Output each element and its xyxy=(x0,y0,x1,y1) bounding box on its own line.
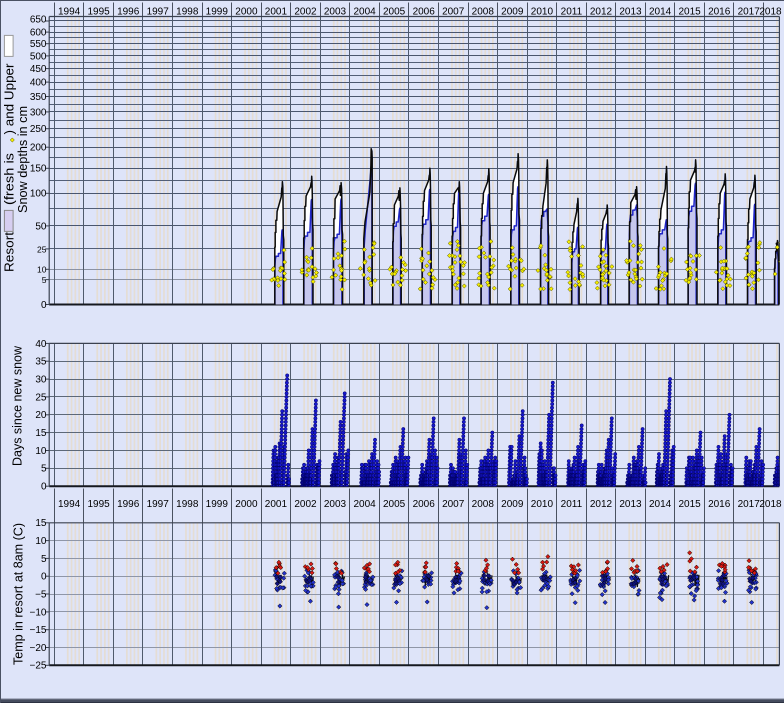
svg-text:2017: 2017 xyxy=(738,499,761,510)
svg-text:2009: 2009 xyxy=(501,7,524,18)
svg-text:2011: 2011 xyxy=(561,7,583,18)
svg-text:2002: 2002 xyxy=(294,7,317,18)
svg-text:2016: 2016 xyxy=(708,7,731,18)
svg-text:2005: 2005 xyxy=(383,499,406,510)
svg-text:2006: 2006 xyxy=(413,7,436,18)
svg-text:2005: 2005 xyxy=(383,7,406,18)
svg-text:1997: 1997 xyxy=(147,7,170,18)
svg-text:5: 5 xyxy=(41,554,47,565)
svg-text:550: 550 xyxy=(30,39,47,50)
svg-text:−5: −5 xyxy=(35,589,47,600)
svg-text:500: 500 xyxy=(30,51,47,62)
svg-text:15: 15 xyxy=(35,428,47,439)
svg-text:Temp in resort at 8am (C): Temp in resort at 8am (C) xyxy=(11,523,25,665)
svg-text:2012: 2012 xyxy=(590,7,613,18)
svg-text:2004: 2004 xyxy=(353,499,376,510)
svg-text:2014: 2014 xyxy=(649,7,672,18)
svg-text:2003: 2003 xyxy=(324,7,347,18)
svg-text:5: 5 xyxy=(42,275,47,285)
svg-text:2008: 2008 xyxy=(472,499,495,510)
svg-text:650: 650 xyxy=(30,14,47,25)
svg-text:40: 40 xyxy=(35,339,47,350)
svg-text:2015: 2015 xyxy=(678,499,701,510)
svg-text:350: 350 xyxy=(30,92,47,103)
svg-text:2006: 2006 xyxy=(413,499,436,510)
svg-text:2013: 2013 xyxy=(619,499,642,510)
svg-text:2003: 2003 xyxy=(324,499,347,510)
svg-text:) and Upper: ) and Upper xyxy=(3,64,17,135)
svg-text:1998: 1998 xyxy=(176,499,199,510)
svg-text:2002: 2002 xyxy=(294,499,317,510)
svg-text:2001: 2001 xyxy=(265,7,288,18)
svg-text:2001: 2001 xyxy=(265,499,288,510)
svg-text:400: 400 xyxy=(30,78,47,89)
svg-text:10: 10 xyxy=(35,446,47,457)
svg-text:2007: 2007 xyxy=(442,499,465,510)
svg-text:200: 200 xyxy=(30,143,47,154)
svg-text:1998: 1998 xyxy=(176,7,199,18)
svg-text:150: 150 xyxy=(30,164,47,175)
svg-text:250: 250 xyxy=(30,124,47,135)
svg-text:−15: −15 xyxy=(30,625,47,636)
svg-text:(fresh is: (fresh is xyxy=(3,153,17,205)
svg-text:Snow depths in cm: Snow depths in cm xyxy=(16,106,30,213)
svg-text:2018: 2018 xyxy=(759,7,782,18)
svg-text:Resort: Resort xyxy=(3,231,17,272)
svg-text:2018: 2018 xyxy=(759,499,782,510)
svg-text:2008: 2008 xyxy=(472,7,495,18)
svg-text:2010: 2010 xyxy=(531,7,554,18)
svg-text:35: 35 xyxy=(35,357,47,368)
svg-text:1995: 1995 xyxy=(87,7,110,18)
svg-text:2011: 2011 xyxy=(561,499,583,510)
svg-text:2015: 2015 xyxy=(678,7,701,18)
svg-text:600: 600 xyxy=(30,28,47,39)
svg-text:2007: 2007 xyxy=(442,7,465,18)
svg-text:15: 15 xyxy=(35,518,47,529)
svg-text:2012: 2012 xyxy=(590,499,613,510)
svg-text:2004: 2004 xyxy=(353,7,376,18)
svg-text:25: 25 xyxy=(35,392,47,403)
svg-text:2000: 2000 xyxy=(235,499,258,510)
svg-text:5: 5 xyxy=(41,464,47,475)
svg-text:0: 0 xyxy=(41,300,47,311)
svg-text:1999: 1999 xyxy=(206,7,229,18)
svg-text:0: 0 xyxy=(41,482,47,493)
svg-text:10: 10 xyxy=(37,265,47,275)
svg-text:50: 50 xyxy=(35,221,47,232)
svg-text:−20: −20 xyxy=(30,643,47,654)
svg-text:30: 30 xyxy=(35,375,47,386)
svg-text:25: 25 xyxy=(37,244,47,254)
svg-text:100: 100 xyxy=(30,189,47,200)
svg-text:2013: 2013 xyxy=(619,7,642,18)
svg-text:2017: 2017 xyxy=(738,7,761,18)
svg-text:300: 300 xyxy=(30,107,47,118)
svg-text:Days since new snow: Days since new snow xyxy=(11,345,25,466)
svg-text:1994: 1994 xyxy=(58,7,81,18)
svg-text:2009: 2009 xyxy=(501,499,524,510)
svg-text:1999: 1999 xyxy=(206,499,229,510)
svg-text:1997: 1997 xyxy=(147,499,170,510)
svg-text:−10: −10 xyxy=(30,607,47,618)
svg-text:450: 450 xyxy=(30,64,47,75)
svg-text:1995: 1995 xyxy=(87,499,110,510)
svg-text:−25: −25 xyxy=(30,661,47,672)
svg-text:1994: 1994 xyxy=(58,499,81,510)
svg-text:1996: 1996 xyxy=(117,499,140,510)
svg-text:1996: 1996 xyxy=(117,7,140,18)
svg-text:0: 0 xyxy=(41,572,47,583)
svg-text:2014: 2014 xyxy=(649,499,672,510)
svg-text:2010: 2010 xyxy=(531,499,554,510)
svg-text:10: 10 xyxy=(35,536,47,547)
svg-text:2000: 2000 xyxy=(235,7,258,18)
svg-text:2016: 2016 xyxy=(708,499,731,510)
svg-text:20: 20 xyxy=(35,410,47,421)
